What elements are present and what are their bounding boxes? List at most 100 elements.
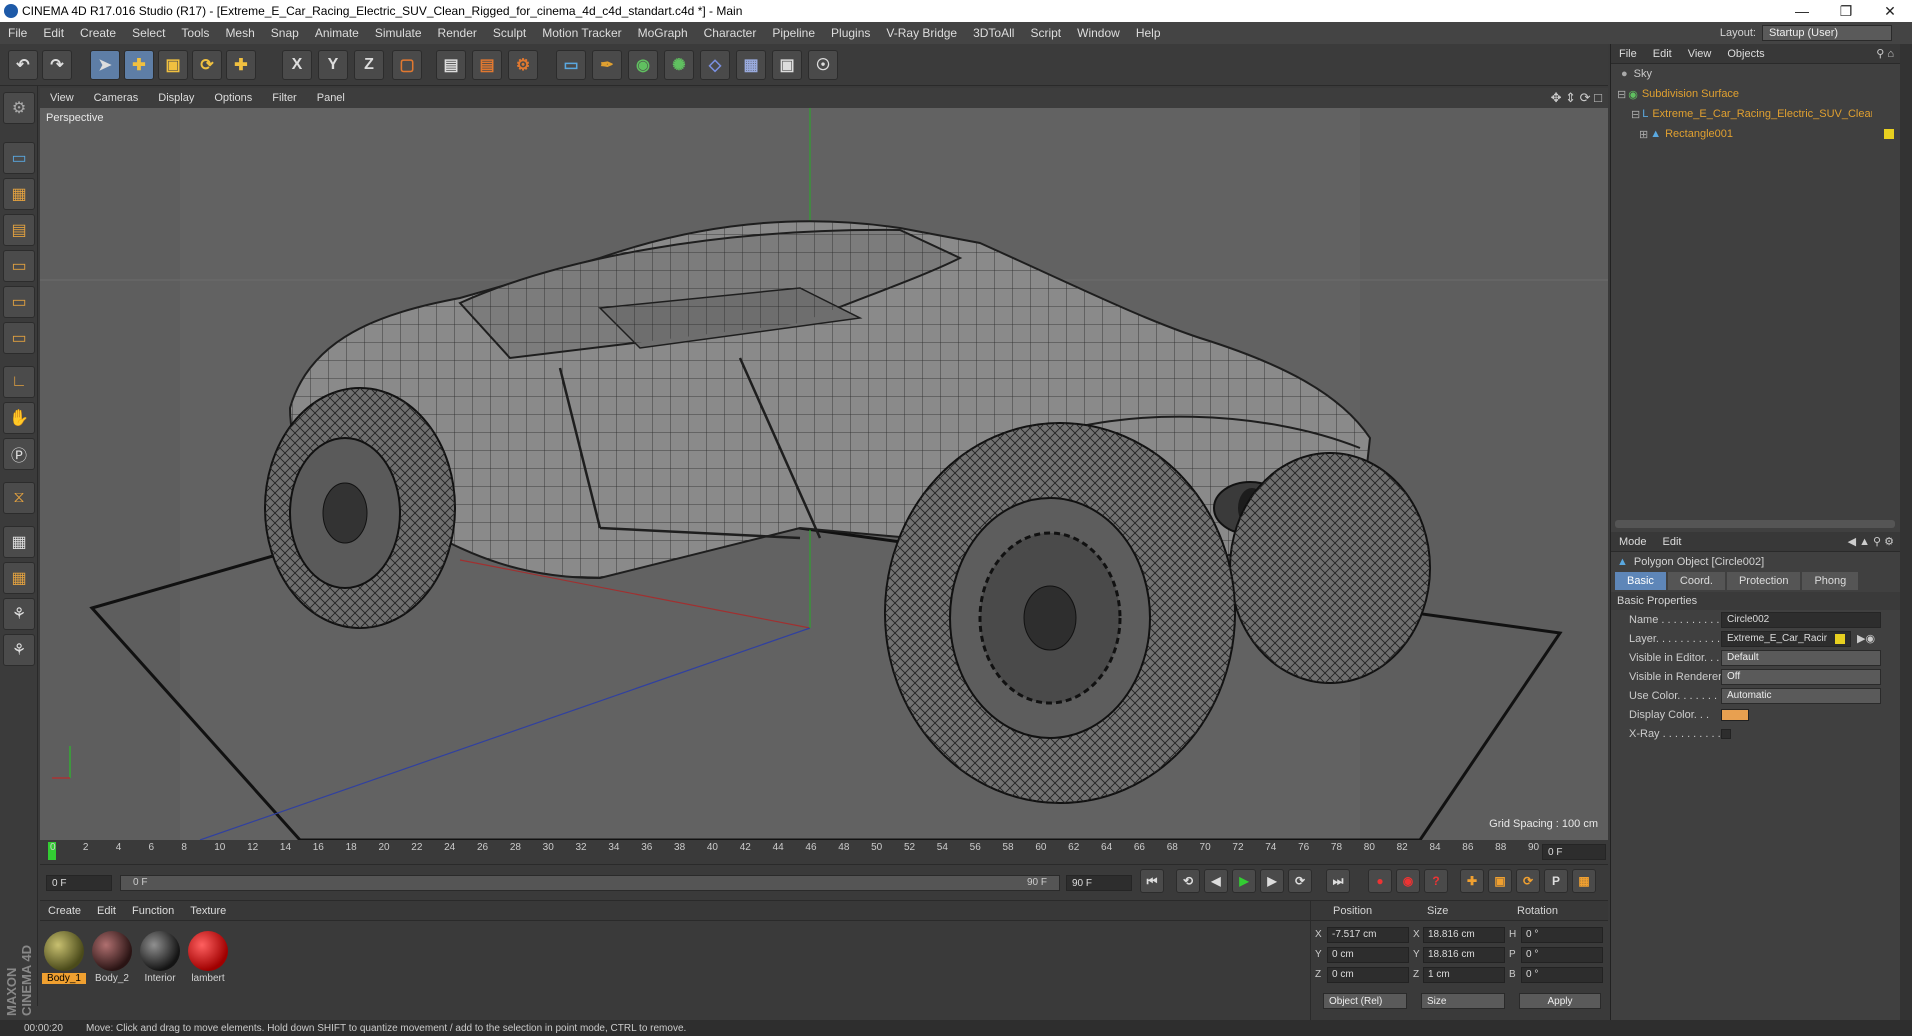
- visible-in-renderer-dropdown[interactable]: Off: [1721, 668, 1881, 685]
- key-parameter-icon[interactable]: P: [1544, 869, 1568, 893]
- solo-mode-icon[interactable]: Ⓟ: [3, 438, 35, 470]
- material-body-1[interactable]: Body_1: [42, 929, 86, 991]
- keyframe-selection-icon[interactable]: ?: [1424, 869, 1448, 893]
- visible-in-editor-dropdown[interactable]: Default: [1721, 649, 1881, 666]
- menu-motion-tracker[interactable]: Motion Tracker: [534, 26, 629, 40]
- size-y-field[interactable]: 18.816 cm: [1423, 947, 1505, 963]
- menu-vray-bridge[interactable]: V-Ray Bridge: [878, 26, 965, 40]
- rotation-p-field[interactable]: 0 °: [1521, 947, 1603, 963]
- menu-sculpt[interactable]: Sculpt: [485, 26, 534, 40]
- menu-simulate[interactable]: Simulate: [367, 26, 430, 40]
- expand-icon[interactable]: ⊟: [1617, 88, 1626, 101]
- coordinate-system-icon[interactable]: ▢: [392, 50, 422, 80]
- display-color-swatch[interactable]: [1721, 708, 1749, 721]
- menu-render[interactable]: Render: [430, 26, 485, 40]
- last-tool-icon[interactable]: ✚: [226, 50, 256, 80]
- undo-icon[interactable]: ↶: [8, 50, 38, 80]
- material-lambert[interactable]: lambert: [186, 929, 230, 991]
- key-scale-icon[interactable]: ▣: [1488, 869, 1512, 893]
- end-frame-field[interactable]: 90 F: [1066, 875, 1132, 891]
- menu-edit[interactable]: Edit: [35, 26, 72, 40]
- minimize-icon[interactable]: —: [1780, 0, 1824, 22]
- menu-3dtoall[interactable]: 3DToAll: [965, 26, 1022, 40]
- menu-create[interactable]: Create: [72, 26, 124, 40]
- expand-icon[interactable]: ⊟: [1631, 108, 1640, 121]
- objects-menu-file[interactable]: File: [1611, 48, 1645, 60]
- name-field[interactable]: Circle002: [1721, 611, 1881, 628]
- size-x-field[interactable]: 18.816 cm: [1423, 927, 1505, 943]
- use-color-dropdown[interactable]: Automatic: [1721, 687, 1881, 704]
- menu-file[interactable]: File: [0, 26, 35, 40]
- size-z-field[interactable]: 1 cm: [1423, 967, 1505, 983]
- record-keys-icon[interactable]: ●: [1368, 869, 1392, 893]
- x-axis-lock-button[interactable]: X: [282, 50, 312, 80]
- previous-key-icon[interactable]: ⟲: [1176, 869, 1200, 893]
- next-key-icon[interactable]: ⟳: [1288, 869, 1312, 893]
- menu-tools[interactable]: Tools: [173, 26, 217, 40]
- viewport-menu-filter[interactable]: Filter: [262, 92, 306, 104]
- render-settings-icon[interactable]: ⚙: [508, 50, 538, 80]
- go-to-end-icon[interactable]: ⏭: [1326, 869, 1350, 893]
- object-row-sky[interactable]: ● Sky: [1611, 64, 1900, 84]
- size-mode-dropdown[interactable]: Size: [1421, 993, 1505, 1009]
- workplane-lock-icon[interactable]: ▦: [3, 526, 35, 558]
- locked-workplane-icon[interactable]: ▦: [3, 562, 35, 594]
- attribute-nav-icons[interactable]: ◀ ▲ ⚲ ⚙: [1848, 535, 1900, 548]
- tab-phong[interactable]: Phong: [1802, 572, 1859, 590]
- viewport-menu-display[interactable]: Display: [148, 92, 204, 104]
- move-tool-icon[interactable]: ✚: [124, 50, 154, 80]
- material-body-2[interactable]: Body_2: [90, 929, 134, 991]
- restore-icon[interactable]: ❐: [1824, 0, 1868, 22]
- edges-mode-icon[interactable]: ▭: [3, 286, 35, 318]
- material-menu-texture[interactable]: Texture: [182, 905, 234, 917]
- viewport-menu-cameras[interactable]: Cameras: [84, 92, 149, 104]
- key-pla-icon[interactable]: ▦: [1572, 869, 1596, 893]
- deformer-icon[interactable]: ◇: [700, 50, 730, 80]
- frame-range-slider[interactable]: 0 F 90 F: [120, 875, 1060, 891]
- menu-mesh[interactable]: Mesh: [217, 26, 262, 40]
- play-icon[interactable]: ▶: [1232, 869, 1256, 893]
- viewport-menu-options[interactable]: Options: [204, 92, 262, 104]
- object-row-subdivision-surface[interactable]: ⊟ ◉ Subdivision Surface: [1611, 84, 1900, 104]
- previous-frame-icon[interactable]: ◀: [1204, 869, 1228, 893]
- live-selection-icon[interactable]: ➤: [90, 50, 120, 80]
- rotation-b-field[interactable]: 0 °: [1521, 967, 1603, 983]
- start-frame-field[interactable]: 0 F: [46, 875, 112, 891]
- next-frame-icon[interactable]: ▶: [1260, 869, 1284, 893]
- layout-dropdown[interactable]: Startup (User): [1762, 25, 1892, 41]
- attributes-menu-mode[interactable]: Mode: [1611, 536, 1655, 548]
- tab-protection[interactable]: Protection: [1726, 572, 1801, 590]
- position-z-field[interactable]: 0 cm: [1327, 967, 1409, 983]
- tab-coord[interactable]: Coord.: [1667, 572, 1725, 590]
- menu-snap[interactable]: Snap: [263, 26, 307, 40]
- attributes-menu-edit[interactable]: Edit: [1655, 536, 1690, 548]
- material-menu-create[interactable]: Create: [40, 905, 89, 917]
- pen-spline-icon[interactable]: ✒: [592, 50, 622, 80]
- light-icon[interactable]: ☉: [808, 50, 838, 80]
- close-icon[interactable]: ✕: [1868, 0, 1912, 22]
- objects-menu-edit[interactable]: Edit: [1645, 48, 1680, 60]
- object-row-car[interactable]: ⊟ L Extreme_E_Car_Racing_Electric_SUV_Cl…: [1611, 104, 1900, 124]
- viewport-navigation-icons[interactable]: ✥ ⇕ ⟳ □: [1551, 90, 1602, 106]
- rotate-tool-icon[interactable]: ⟳: [192, 50, 222, 80]
- menu-mograph[interactable]: MoGraph: [630, 26, 696, 40]
- viewport-menu-view[interactable]: View: [40, 92, 84, 104]
- tab-basic[interactable]: Basic: [1615, 572, 1666, 590]
- objects-menu-view[interactable]: View: [1680, 48, 1720, 60]
- snap-icon[interactable]: ⧖: [3, 482, 35, 514]
- menu-window[interactable]: Window: [1069, 26, 1128, 40]
- camera-icon[interactable]: ▣: [772, 50, 802, 80]
- subdivision-surface-icon[interactable]: ◉: [628, 50, 658, 80]
- side-tab-strip[interactable]: [1900, 44, 1912, 1020]
- menu-select[interactable]: Select: [124, 26, 173, 40]
- menu-plugins[interactable]: Plugins: [823, 26, 878, 40]
- model-mode-icon[interactable]: ▭: [3, 142, 35, 174]
- material-interior[interactable]: Interior: [138, 929, 182, 991]
- floor-icon[interactable]: ▦: [736, 50, 766, 80]
- objects-search-icon[interactable]: ⚲ ⌂: [1876, 47, 1900, 60]
- menu-script[interactable]: Script: [1022, 26, 1069, 40]
- expand-icon[interactable]: ⊞: [1639, 128, 1648, 141]
- y-axis-lock-button[interactable]: Y: [318, 50, 348, 80]
- menu-animate[interactable]: Animate: [307, 26, 367, 40]
- points-mode-icon[interactable]: ▭: [3, 250, 35, 282]
